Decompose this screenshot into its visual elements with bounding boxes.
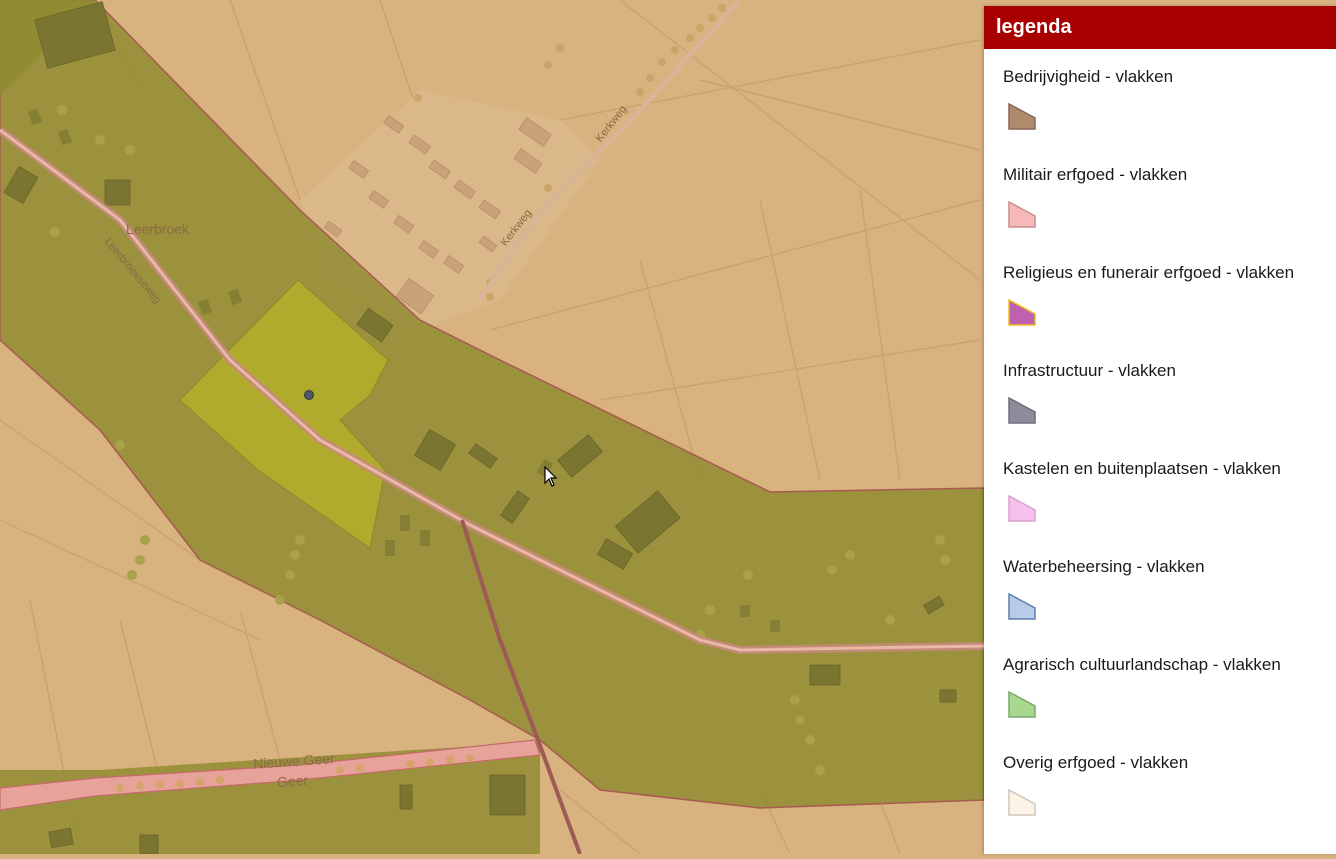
legend-title: legenda [984, 6, 1336, 49]
legend-item-religieus-funerair-erfgoed: Religieus en funerair erfgoed - vlakken [1003, 263, 1294, 326]
legend-swatch-icon [1008, 690, 1036, 718]
legend-swatch-icon [1008, 396, 1036, 424]
legend-item-agrarisch-cultuurlandschap: Agrarisch cultuurlandschap - vlakken [1003, 655, 1281, 718]
location-marker[interactable] [304, 390, 314, 400]
legend-label: Waterbeheersing - vlakken [1003, 557, 1205, 576]
legend-swatch-icon [1008, 102, 1036, 130]
legend-label: Agrarisch cultuurlandschap - vlakken [1003, 655, 1281, 674]
legend-label: Militair erfgoed - vlakken [1003, 165, 1188, 184]
legend-panel: legenda Bedrijvigheid - vlakken Militair … [984, 6, 1336, 854]
legend-swatch-icon [1008, 494, 1036, 522]
legend-item-militair-erfgoed: Militair erfgoed - vlakken [1003, 165, 1187, 228]
mouse-cursor-icon [544, 466, 558, 487]
legend-label: Infrastructuur - vlakken [1003, 361, 1176, 380]
legend-item-bedrijvigheid: Bedrijvigheid - vlakken [1003, 67, 1173, 130]
legend-swatch-icon [1008, 788, 1036, 816]
legend-swatch-icon [1008, 592, 1036, 620]
legend-item-infrastructuur: Infrastructuur - vlakken [1003, 361, 1176, 424]
legend-item-kastelen-buitenplaatsen: Kastelen en buitenplaatsen - vlakken [1003, 459, 1281, 522]
legend-item-overig-erfgoed: Overig erfgoed - vlakken [1003, 753, 1188, 816]
legend-label: Kastelen en buitenplaatsen - vlakken [1003, 459, 1281, 478]
legend-swatch-icon [1008, 200, 1036, 228]
place-label-leerbroek: Leerbroek [126, 221, 190, 237]
legend-label: Bedrijvigheid - vlakken [1003, 67, 1174, 86]
legend-label: Overig erfgoed - vlakken [1003, 753, 1189, 772]
legend-item-waterbeheersing: Waterbeheersing - vlakken [1003, 557, 1205, 620]
legend-swatch-icon [1008, 298, 1036, 326]
place-label-geer: Geer [276, 771, 309, 791]
legend-label: Religieus en funerair erfgoed - vlakken [1003, 263, 1295, 282]
